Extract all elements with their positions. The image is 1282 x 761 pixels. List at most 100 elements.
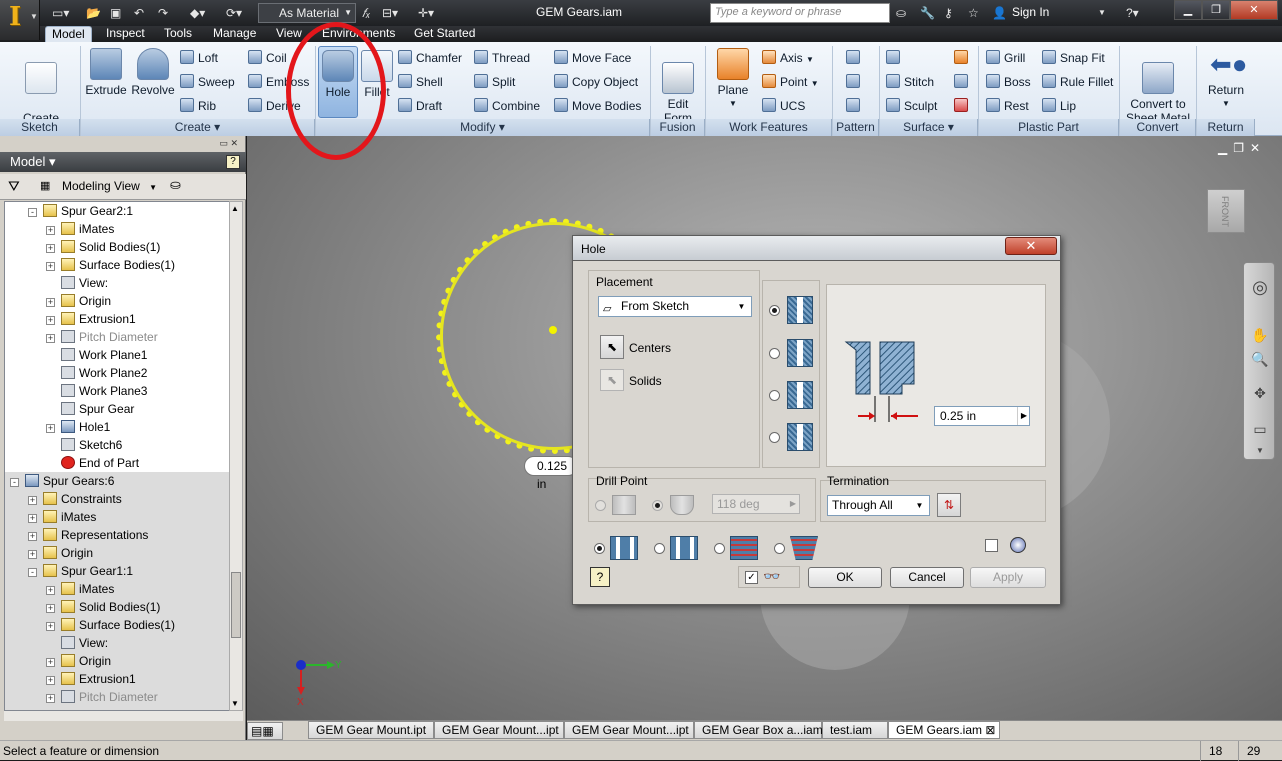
chevron-down-icon[interactable]: ▼ [1251,443,1269,459]
collapse-icon[interactable]: - [28,568,37,577]
chamfer-button[interactable]: Chamfer [398,48,462,68]
filter-icon[interactable]: ⛛ [8,178,20,195]
user-icon[interactable]: 👤 [992,4,1007,22]
patch-button[interactable] [954,48,972,68]
modeling-view-dropdown[interactable]: Modeling View ▼ [62,179,157,193]
document-tab[interactable]: GEM Gear Mount.ipt [308,721,434,739]
document-tab[interactable]: GEM Gear Mount...ipt [564,721,694,739]
axis-button[interactable]: Axis ▼ [762,48,814,68]
expand-icon[interactable]: + [46,298,55,307]
expand-icon[interactable]: + [46,622,55,631]
collapse-icon[interactable]: - [10,478,19,487]
rest-button[interactable]: Rest [986,96,1029,116]
expand-icon[interactable]: + [46,316,55,325]
pan-icon[interactable]: ✋ [1251,327,1269,343]
sketch-center-point[interactable] [549,326,557,334]
close-tab-icon[interactable]: ⊠ [982,723,995,737]
flip-direction-button[interactable]: ⇅ [937,493,961,517]
close-button[interactable]: ✕ [1230,0,1278,20]
tile-windows-icon[interactable]: ▤▦ [247,722,283,740]
expand-icon[interactable]: + [28,496,37,505]
rib-button[interactable]: Rib [180,96,216,116]
panel-create-label[interactable]: Create ▾ [81,119,315,136]
expand-icon[interactable]: + [28,514,37,523]
hole-type-counterbore-radio[interactable] [769,348,780,359]
dialog-help-button[interactable]: ? [590,567,610,587]
collapse-icon[interactable]: - [28,208,37,217]
hole-type-spotface-radio[interactable] [769,390,780,401]
tree-item[interactable]: + Origin [46,652,111,670]
tree-item[interactable]: + Solid Bodies(1) [46,238,160,256]
help-icon[interactable]: ? [226,155,240,169]
drill-angle-input[interactable]: 118 deg ▶ [712,494,800,514]
tree-item[interactable]: + Hole1 [46,418,110,436]
expand-icon[interactable]: + [46,586,55,595]
expand-icon[interactable]: + [46,676,55,685]
simple-hole-radio[interactable] [594,543,605,554]
revolve-button[interactable]: Revolve [130,48,176,97]
tree-item[interactable]: + Origin [46,292,111,310]
plane-button[interactable]: Plane ▼ [712,48,754,111]
tree-item[interactable]: + Extrusion1 [46,310,136,328]
hole-type-drilled-radio[interactable] [769,305,780,316]
trim-button[interactable] [954,72,972,92]
infer-ipart-checkbox[interactable] [985,539,998,552]
drill-point-flat-radio[interactable] [595,500,606,511]
combine-button[interactable]: Combine [474,96,540,116]
browser-pin-bar[interactable]: ▭ ✕ [0,138,246,150]
tab-manage[interactable]: Manage [207,26,262,42]
tab-get-started[interactable]: Get Started [408,26,481,42]
viewport-window-controls[interactable]: ▁❐✕ [1218,141,1266,155]
chevron-down-icon[interactable]: ▼ [1098,4,1106,22]
scrollbar-thumb[interactable] [231,572,241,638]
move-bodies-button[interactable]: Move Bodies [554,96,641,116]
lip-button[interactable]: Lip [1042,96,1076,116]
stitch-button[interactable]: Stitch [886,72,934,92]
tree-item[interactable]: + iMates [46,220,114,238]
sign-in-link[interactable]: Sign In [1012,5,1049,19]
browser-horizontal-scrollbar[interactable] [4,711,243,721]
tree-item[interactable]: + Pitch Diameter [46,328,158,346]
tree-item[interactable]: + Representations [28,526,148,544]
browser-header[interactable]: Model ▾ [0,152,246,172]
expand-icon[interactable]: + [46,424,55,433]
return-button[interactable]: ⬅● Return ▼ [1202,48,1250,111]
tree-item[interactable]: + Origin [28,544,93,562]
tree-item[interactable]: + Constraints [28,490,122,508]
move-face-button[interactable]: Move Face [554,48,631,68]
rectangular-pattern-button[interactable] [846,48,864,68]
tree-item[interactable]: Work Plane2 [46,364,147,382]
fx-icon[interactable]: 𝑓ₓ [362,4,370,22]
expand-icon[interactable]: + [46,604,55,613]
tab-tools[interactable]: Tools [158,26,198,42]
sweep-button[interactable]: Sweep [180,72,235,92]
document-tab[interactable]: GEM Gear Mount...ipt [434,721,564,739]
save-icon[interactable]: ▣ [110,4,121,22]
application-menu-button[interactable]: I ▼ [0,0,40,40]
apply-button[interactable]: Apply [970,567,1046,588]
measure-icon[interactable]: ⊟▾ [382,4,398,22]
redo-icon[interactable]: ↷ [158,4,168,22]
browser-scrollbar[interactable]: ▲ ▼ [229,201,243,711]
expand-icon[interactable]: + [28,532,37,541]
tree-item[interactable]: View: [46,634,108,652]
tree-item[interactable]: Spur Gear [46,400,134,418]
extrude-button[interactable]: Extrude [84,48,128,97]
tree-item[interactable]: + Surface Bodies(1) [46,256,175,274]
clearance-hole-radio[interactable] [654,543,665,554]
sculpt-button[interactable]: Sculpt [886,96,937,116]
look-at-icon[interactable]: ▭ [1251,421,1269,437]
document-tab[interactable]: test.iam [822,721,888,739]
maximize-button[interactable]: ❐ [1202,0,1230,20]
drill-point-angle-radio[interactable] [652,500,663,511]
new-icon[interactable]: ▭▾ [52,4,69,22]
coil-button[interactable]: Coil [248,48,287,68]
tree-item[interactable]: + Pitch Diameter [46,688,158,706]
tree-item[interactable]: Sketch6 [46,436,122,454]
thicken-button[interactable] [886,48,904,68]
binoculars-icon[interactable]: ⛀ [896,4,906,22]
thread-button[interactable]: Thread [474,48,530,68]
document-tab[interactable]: GEM Gear Box a...iam [694,721,823,739]
update-icon[interactable]: ⟳▾ [226,4,242,22]
color-icon[interactable]: ◆▾ [190,4,205,22]
